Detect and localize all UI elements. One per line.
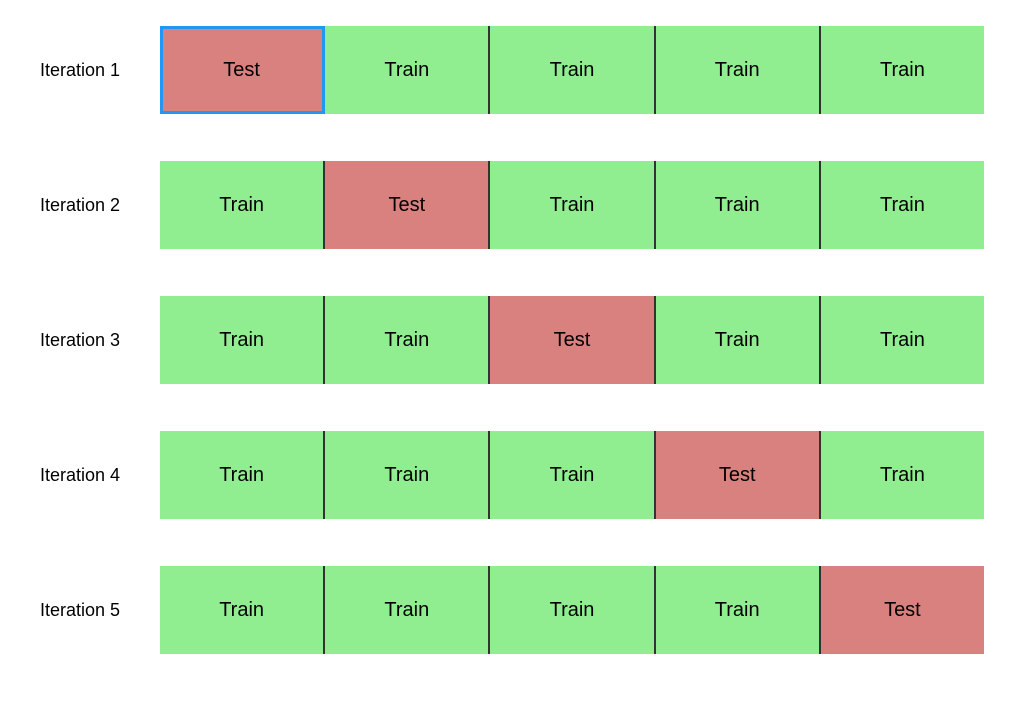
fold-3-5: Train bbox=[821, 296, 984, 384]
fold-1-4: Train bbox=[656, 26, 821, 114]
iteration-row-1: Iteration 1TestTrainTrainTrainTrain bbox=[40, 10, 984, 130]
fold-container-3: TrainTrainTestTrainTrain bbox=[160, 296, 984, 384]
iteration-row-3: Iteration 3TrainTrainTestTrainTrain bbox=[40, 280, 984, 400]
fold-1-1: Test bbox=[160, 26, 325, 114]
fold-4-1: Train bbox=[160, 431, 325, 519]
fold-container-2: TrainTestTrainTrainTrain bbox=[160, 161, 984, 249]
fold-4-3: Train bbox=[490, 431, 655, 519]
iteration-row-5: Iteration 5TrainTrainTrainTrainTest bbox=[40, 550, 984, 670]
fold-3-1: Train bbox=[160, 296, 325, 384]
fold-5-4: Train bbox=[656, 566, 821, 654]
fold-3-4: Train bbox=[656, 296, 821, 384]
fold-2-4: Train bbox=[656, 161, 821, 249]
fold-1-2: Train bbox=[325, 26, 490, 114]
fold-container-4: TrainTrainTrainTestTrain bbox=[160, 431, 984, 519]
fold-1-5: Train bbox=[821, 26, 984, 114]
fold-2-5: Train bbox=[821, 161, 984, 249]
fold-4-4: Test bbox=[656, 431, 821, 519]
fold-2-3: Train bbox=[490, 161, 655, 249]
fold-2-1: Train bbox=[160, 161, 325, 249]
iteration-label-3: Iteration 3 bbox=[40, 330, 160, 351]
cross-validation-diagram: Iteration 1TestTrainTrainTrainTrainItera… bbox=[0, 0, 1024, 705]
iteration-label-1: Iteration 1 bbox=[40, 60, 160, 81]
iteration-label-5: Iteration 5 bbox=[40, 600, 160, 621]
fold-container-1: TestTrainTrainTrainTrain bbox=[160, 26, 984, 114]
iteration-label-4: Iteration 4 bbox=[40, 465, 160, 486]
iteration-label-2: Iteration 2 bbox=[40, 195, 160, 216]
fold-4-2: Train bbox=[325, 431, 490, 519]
fold-5-1: Train bbox=[160, 566, 325, 654]
iteration-row-4: Iteration 4TrainTrainTrainTestTrain bbox=[40, 415, 984, 535]
fold-3-3: Test bbox=[490, 296, 655, 384]
fold-5-5: Test bbox=[821, 566, 984, 654]
fold-5-2: Train bbox=[325, 566, 490, 654]
iteration-row-2: Iteration 2TrainTestTrainTrainTrain bbox=[40, 145, 984, 265]
fold-5-3: Train bbox=[490, 566, 655, 654]
fold-3-2: Train bbox=[325, 296, 490, 384]
fold-container-5: TrainTrainTrainTrainTest bbox=[160, 566, 984, 654]
fold-2-2: Test bbox=[325, 161, 490, 249]
fold-1-3: Train bbox=[490, 26, 655, 114]
fold-4-5: Train bbox=[821, 431, 984, 519]
